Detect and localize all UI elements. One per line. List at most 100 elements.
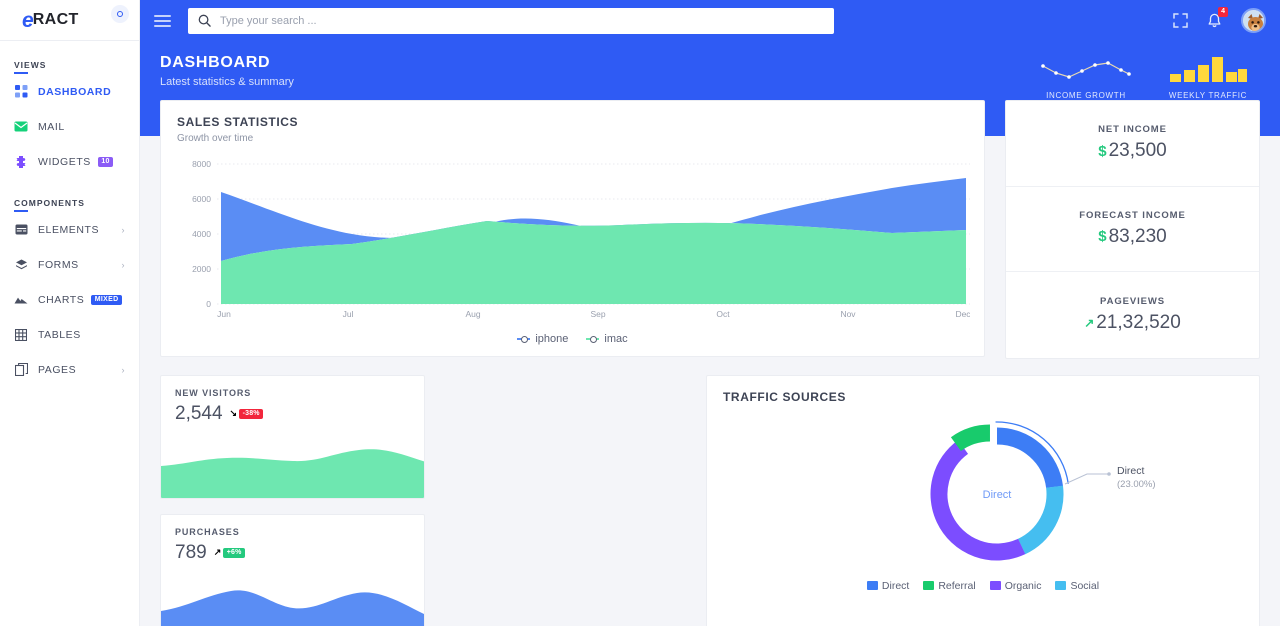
stat-value-wrap: ↗ 21,32,520 [1084,312,1181,334]
sidebar-item-forms[interactable]: FORMS › [0,247,139,282]
legend-label: imac [604,333,628,345]
legend-swatch [1055,581,1067,590]
topbar-actions: 4 [1173,6,1266,33]
traffic-sources-title: TRAFFIC SOURCES [723,389,846,404]
mountain-chart-icon [14,293,28,307]
puzzle-icon [14,155,28,169]
stat-label: NET INCOME [1098,124,1167,136]
sidebar-item-widgets[interactable]: WIDGETS 10 [0,144,139,179]
stat-net-income: NET INCOME $ 23,500 [1006,101,1259,187]
line-sparkline-icon [1041,61,1131,79]
circle-indicator-icon[interactable] [111,5,129,23]
stat-value: 21,32,520 [1096,311,1181,333]
stat-value: 23,500 [1108,140,1167,162]
sidebar-item-charts[interactable]: CHARTS MIXED [0,282,139,317]
legend-swatch [923,581,935,590]
traffic-sources-card: TRAFFIC SOURCES Direct Direct (23.00%) D… [706,374,1260,626]
hamburger-icon[interactable] [154,12,171,30]
mini-card-label: PURCHASES [175,526,240,537]
header-widget-weekly-traffic[interactable]: WEEKLY TRAFFIC [1168,54,1248,100]
svg-text:0: 0 [206,299,211,309]
header-widget-income-growth[interactable]: INCOME GROWTH [1040,54,1132,100]
delta-indicator: ↗ +6% [213,547,246,558]
legend-label: Direct [881,579,910,592]
bell-icon[interactable]: 4 [1207,6,1228,29]
search-bar[interactable] [188,7,834,34]
legend-item-imac[interactable]: imac [586,333,628,345]
svg-text:Aug: Aug [465,309,480,319]
delta-badge: +6% [223,547,246,558]
sidebar-item-label: DASHBOARD [38,85,112,98]
fullscreen-icon[interactable] [1173,13,1188,28]
legend-item-iphone[interactable]: iphone [517,333,568,345]
widgets-count-badge: 10 [97,156,114,167]
legend-item-organic[interactable]: Organic [989,579,1042,592]
page-title: DASHBOARD [160,54,271,71]
sales-area-chart: 8000 6000 4000 2000 0 Jun Jul Aug Sep Oc… [177,156,971,331]
brand-logo[interactable]: e RACT [0,0,139,41]
sidebar-item-pages[interactable]: PAGES › [0,352,139,387]
mini-card-value: 789 [175,541,207,563]
legend-item-direct[interactable]: Direct [866,579,910,592]
svg-text:Oct: Oct [716,309,730,319]
stat-forecast-income: FORECAST INCOME $ 83,230 [1006,187,1259,272]
mini-stat-grid: NEW VISITORS 2,544 ↘ -38% PURCHASES 789 … [160,374,690,626]
delta-badge: -38% [239,408,264,419]
stat-value-wrap: $ 23,500 [1098,140,1166,162]
charts-mixed-badge: MIXED [91,294,122,305]
mini-card-purchases: PURCHASES 789 ↗ +6% [160,513,425,626]
chevron-right-icon: › [121,224,125,235]
arrow-up-icon: ↗ [213,547,222,557]
legend-label: Social [1070,579,1100,592]
sidebar-section-components-title: COMPONENTS [0,198,139,212]
sales-statistics-subtitle: Growth over time [177,133,254,144]
search-input[interactable] [220,14,824,27]
row-top: SALES STATISTICS Growth over time 8000 6… [160,100,1260,359]
chevron-right-icon: › [121,259,125,270]
mini-card-value-row: 2,544 ↘ -38% [175,403,410,425]
window-icon [14,223,28,237]
sidebar-item-dashboard[interactable]: DASHBOARD [0,74,139,109]
callout-label: Direct [1117,465,1145,477]
svg-text:4000: 4000 [192,229,211,239]
legend-label: iphone [535,333,569,345]
legend-label: Organic [1004,579,1042,592]
sidebar-item-mail[interactable]: MAIL [0,109,139,144]
sidebar-item-elements[interactable]: ELEMENTS › [0,212,139,247]
sidebar-item-label: PAGES [38,363,77,376]
sidebar-item-tables[interactable]: TABLES [0,317,139,352]
pages-copy-icon [14,363,28,377]
mini-card-value-row: 789 ↗ +6% [175,542,410,564]
callout-value: (23.00%) [1117,479,1156,490]
row-bottom: NEW VISITORS 2,544 ↘ -38% PURCHASES 789 … [160,374,1260,626]
svg-text:2000: 2000 [192,264,211,274]
page-header: DASHBOARD Latest statistics & summary IN… [140,41,1280,100]
sales-chart-svg: 8000 6000 4000 2000 0 Jun Jul Aug Sep Oc… [192,159,971,319]
sidebar-item-label: CHARTS [38,293,85,306]
content-area: SALES STATISTICS Growth over time 8000 6… [140,100,1280,626]
brand-mark: e [22,8,34,32]
legend-item-referral[interactable]: Referral [923,580,976,592]
header-widget-label: INCOME GROWTH [1046,91,1126,100]
sidebar-item-label: TABLES [38,328,81,341]
notification-count-badge: 4 [1218,6,1228,18]
svg-text:6000: 6000 [192,194,211,204]
svg-text:8000: 8000 [192,159,211,169]
trend-up-icon: ↗ [1084,315,1095,330]
mini-card-new-visitors: NEW VISITORS 2,544 ↘ -38% [160,374,425,499]
header-widget-label: WEEKLY TRAFFIC [1168,91,1248,100]
user-avatar[interactable] [1241,8,1266,33]
legend-item-social[interactable]: Social [1055,580,1099,592]
svg-text:Jul: Jul [343,309,354,319]
legend-swatch [989,581,1001,590]
sidebar-item-label: FORMS [38,258,79,271]
envelope-icon [14,120,28,134]
currency-icon: $ [1098,228,1107,246]
arrow-down-icon: ↘ [229,408,238,418]
new-visitors-sparkline [161,448,424,498]
sidebar-item-label: ELEMENTS [38,223,99,236]
sales-chart-legend: iphone imac [177,333,968,345]
traffic-legend: Direct Referral Organic Social [723,580,1243,592]
traffic-donut-chart: Direct Direct (23.00%) [723,408,1243,578]
search-icon [198,14,211,27]
